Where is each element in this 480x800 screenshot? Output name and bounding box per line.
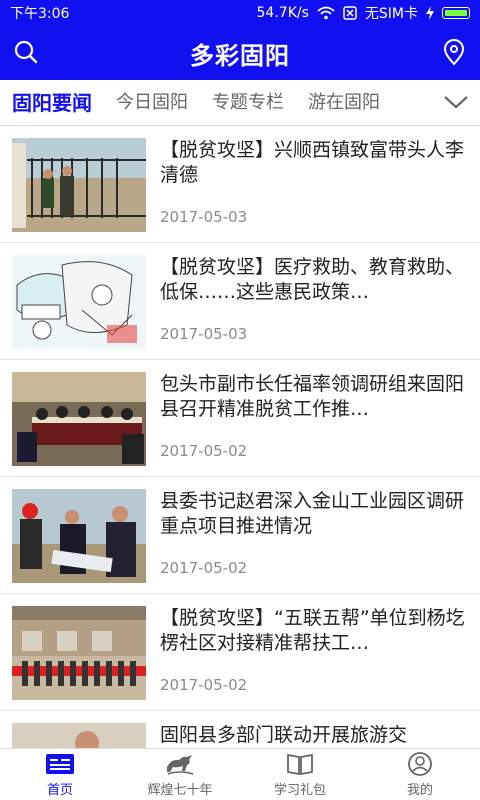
status-bar: 下午3:06 54.7K/s 无SIM卡 xyxy=(0,0,480,26)
nav-label: 学习礼包 xyxy=(273,783,326,798)
news-thumbnail xyxy=(12,606,146,700)
news-date: 2017-05-02 xyxy=(160,559,248,577)
news-date: 2017-05-03 xyxy=(160,208,248,226)
news-thumbnail xyxy=(12,138,146,232)
news-date: 2017-05-02 xyxy=(160,676,248,694)
battery-icon xyxy=(442,7,470,19)
status-time: 下午3:06 xyxy=(10,6,70,22)
news-item[interactable]: 【脱贫攻坚】兴顺西镇致富带头人李清德 2017-05-03 xyxy=(0,126,480,243)
news-title: 【脱贫攻坚】医疗救助、教育救助、低保……这些惠民政策… xyxy=(160,256,465,303)
nav-glorious-seventy[interactable]: 辉煌七十年 xyxy=(120,749,240,800)
news-thumbnail xyxy=(12,255,146,349)
news-title: 固阳县多部门联动开展旅游交 xyxy=(160,724,408,746)
nav-study-package[interactable]: 学习礼包 xyxy=(240,749,360,800)
tab-travel-guyang[interactable]: 游在固阳 xyxy=(296,80,392,126)
news-item[interactable]: 【脱贫攻坚】医疗救助、教育救助、低保……这些惠民政策… 2017-05-03 xyxy=(0,243,480,360)
location-pin-icon[interactable] xyxy=(440,38,468,66)
charging-icon xyxy=(426,6,434,20)
nav-label: 辉煌七十年 xyxy=(147,783,213,798)
news-date: 2017-05-02 xyxy=(160,442,248,460)
app-title: 多彩固阳 xyxy=(190,41,290,70)
category-tabs: 固阳要闻 今日固阳 专题专栏 游在固阳 xyxy=(0,80,480,126)
bottom-nav: 首页 辉煌七十年 学习礼包 我的 xyxy=(0,748,480,800)
nav-label: 我的 xyxy=(406,783,433,798)
news-item[interactable]: 固阳县多部门联动开展旅游交 xyxy=(0,711,480,748)
nav-label: 首页 xyxy=(46,783,73,798)
profile-icon xyxy=(408,752,432,776)
news-date: 2017-05-03 xyxy=(160,325,248,343)
news-item[interactable]: 县委书记赵君深入金山工业园区调研重点项目推进情况 2017-05-02 xyxy=(0,477,480,594)
news-thumbnail xyxy=(12,489,146,583)
status-indicators: 54.7K/s 无SIM卡 xyxy=(257,3,470,23)
news-title: 包头市副市长任福率领调研组来固阳县召开精准脱贫工作推… xyxy=(160,373,465,420)
horse-icon xyxy=(167,755,194,775)
news-thumbnail xyxy=(12,723,146,748)
news-title: 【脱贫攻坚】兴顺西镇致富带头人李清德 xyxy=(160,139,465,186)
news-title: 【脱贫攻坚】“五联五帮”单位到杨圪楞社区对接精准帮扶工… xyxy=(160,607,465,654)
app-bar: 多彩固阳 xyxy=(0,26,480,80)
nav-mine[interactable]: 我的 xyxy=(360,749,480,800)
sim-card-icon xyxy=(343,6,357,20)
news-list: 【脱贫攻坚】兴顺西镇致富带头人李清德 2017-05-03 【脱贫攻坚】医疗救助… xyxy=(0,126,480,748)
search-icon[interactable] xyxy=(12,38,40,66)
wifi-icon xyxy=(317,6,335,20)
book-icon xyxy=(287,753,313,776)
tab-today-guyang[interactable]: 今日固阳 xyxy=(104,80,200,126)
network-speed: 54.7K/s xyxy=(256,5,309,21)
home-news-icon xyxy=(46,754,74,774)
news-item[interactable]: 包头市副市长任福率领调研组来固阳县召开精准脱贫工作推… 2017-05-02 xyxy=(0,360,480,477)
news-item[interactable]: 【脱贫攻坚】“五联五帮”单位到杨圪楞社区对接精准帮扶工… 2017-05-02 xyxy=(0,594,480,711)
sim-status: 无SIM卡 xyxy=(364,6,418,22)
tab-special-topics[interactable]: 专题专栏 xyxy=(200,80,296,126)
chevron-down-icon[interactable] xyxy=(442,92,470,112)
app-screen: 下午3:06 54.7K/s 无SIM卡 多彩固阳 固阳要闻 今日固阳 专题专栏… xyxy=(0,0,480,800)
tab-guyang-news[interactable]: 固阳要闻 xyxy=(0,80,104,126)
news-title: 县委书记赵君深入金山工业园区调研重点项目推进情况 xyxy=(160,490,465,537)
news-thumbnail xyxy=(12,372,146,466)
nav-home[interactable]: 首页 xyxy=(0,749,120,800)
